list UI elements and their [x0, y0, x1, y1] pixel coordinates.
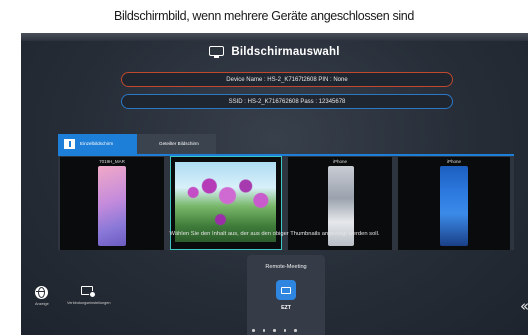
view-mode-tabs: Einzelbildschirm Geteilter Bildschirm: [58, 134, 216, 154]
monitor-icon: [209, 46, 225, 58]
ezt-icon[interactable]: [276, 280, 296, 300]
page-dot: [252, 329, 255, 332]
connection-settings-icon: [81, 286, 97, 298]
display-screen: Bildschirmauswahl Device Name : HS-2_K71…: [21, 33, 528, 335]
split-screen-icon: [143, 139, 154, 149]
connection-settings-button[interactable]: Verbindungseinstellungen: [67, 286, 111, 305]
remote-meeting-label: Remote-Meeting: [265, 264, 307, 270]
connection-settings-label: Verbindungseinstellungen: [67, 301, 111, 305]
thumbnail-label: 7019H_MAR: [99, 159, 125, 164]
thumbnail-label: iPhone: [446, 159, 461, 164]
single-screen-icon: [64, 139, 75, 149]
chevron-double-left-icon[interactable]: ‹‹: [520, 297, 528, 315]
display-button-label: Anzeige: [35, 302, 49, 306]
tab-split-screen-label: Geteilter Bildschirm: [159, 141, 199, 147]
page-dot: [273, 329, 276, 332]
ssid-info: SSID : HS-2_K716762608 Pass : 12345678: [121, 94, 453, 109]
remote-meeting-panel: Remote-Meeting EZT: [247, 255, 325, 335]
instruction-text: Wählen Sie den Inhalt aus, der aus den o…: [169, 231, 380, 237]
tab-split-screen[interactable]: Geteilter Bildschirm: [137, 134, 216, 154]
page-title: Bildschirmauswahl: [231, 46, 340, 58]
top-bezel: [21, 33, 528, 41]
globe-icon: [35, 286, 49, 299]
device-name-info: Device Name : HS-2_K7167t2608 PIN : None: [121, 72, 453, 87]
thumbnail-label: iPhone: [332, 159, 347, 164]
page-indicator: [21, 329, 528, 332]
device-name-text: Device Name : HS-2_K7167t2608 PIN : None: [226, 76, 348, 83]
display-button[interactable]: Anzeige: [35, 286, 49, 306]
page-dot: [262, 329, 266, 332]
window-title-bar: Bildschirmauswahl: [21, 46, 528, 58]
screenshot-caption: Bildschirmbild, wenn mehrere Geräte ange…: [113, 9, 414, 23]
tab-single-screen-label: Einzelbildschirm: [80, 141, 114, 147]
flower-photo-preview: [175, 162, 276, 242]
page-dot: [294, 329, 297, 332]
page-dot: [283, 329, 287, 332]
tab-single-screen[interactable]: Einzelbildschirm: [58, 134, 137, 154]
ezt-label: EZT: [281, 305, 291, 311]
ssid-text: SSID : HS-2_K716762608 Pass : 12345678: [228, 98, 346, 105]
